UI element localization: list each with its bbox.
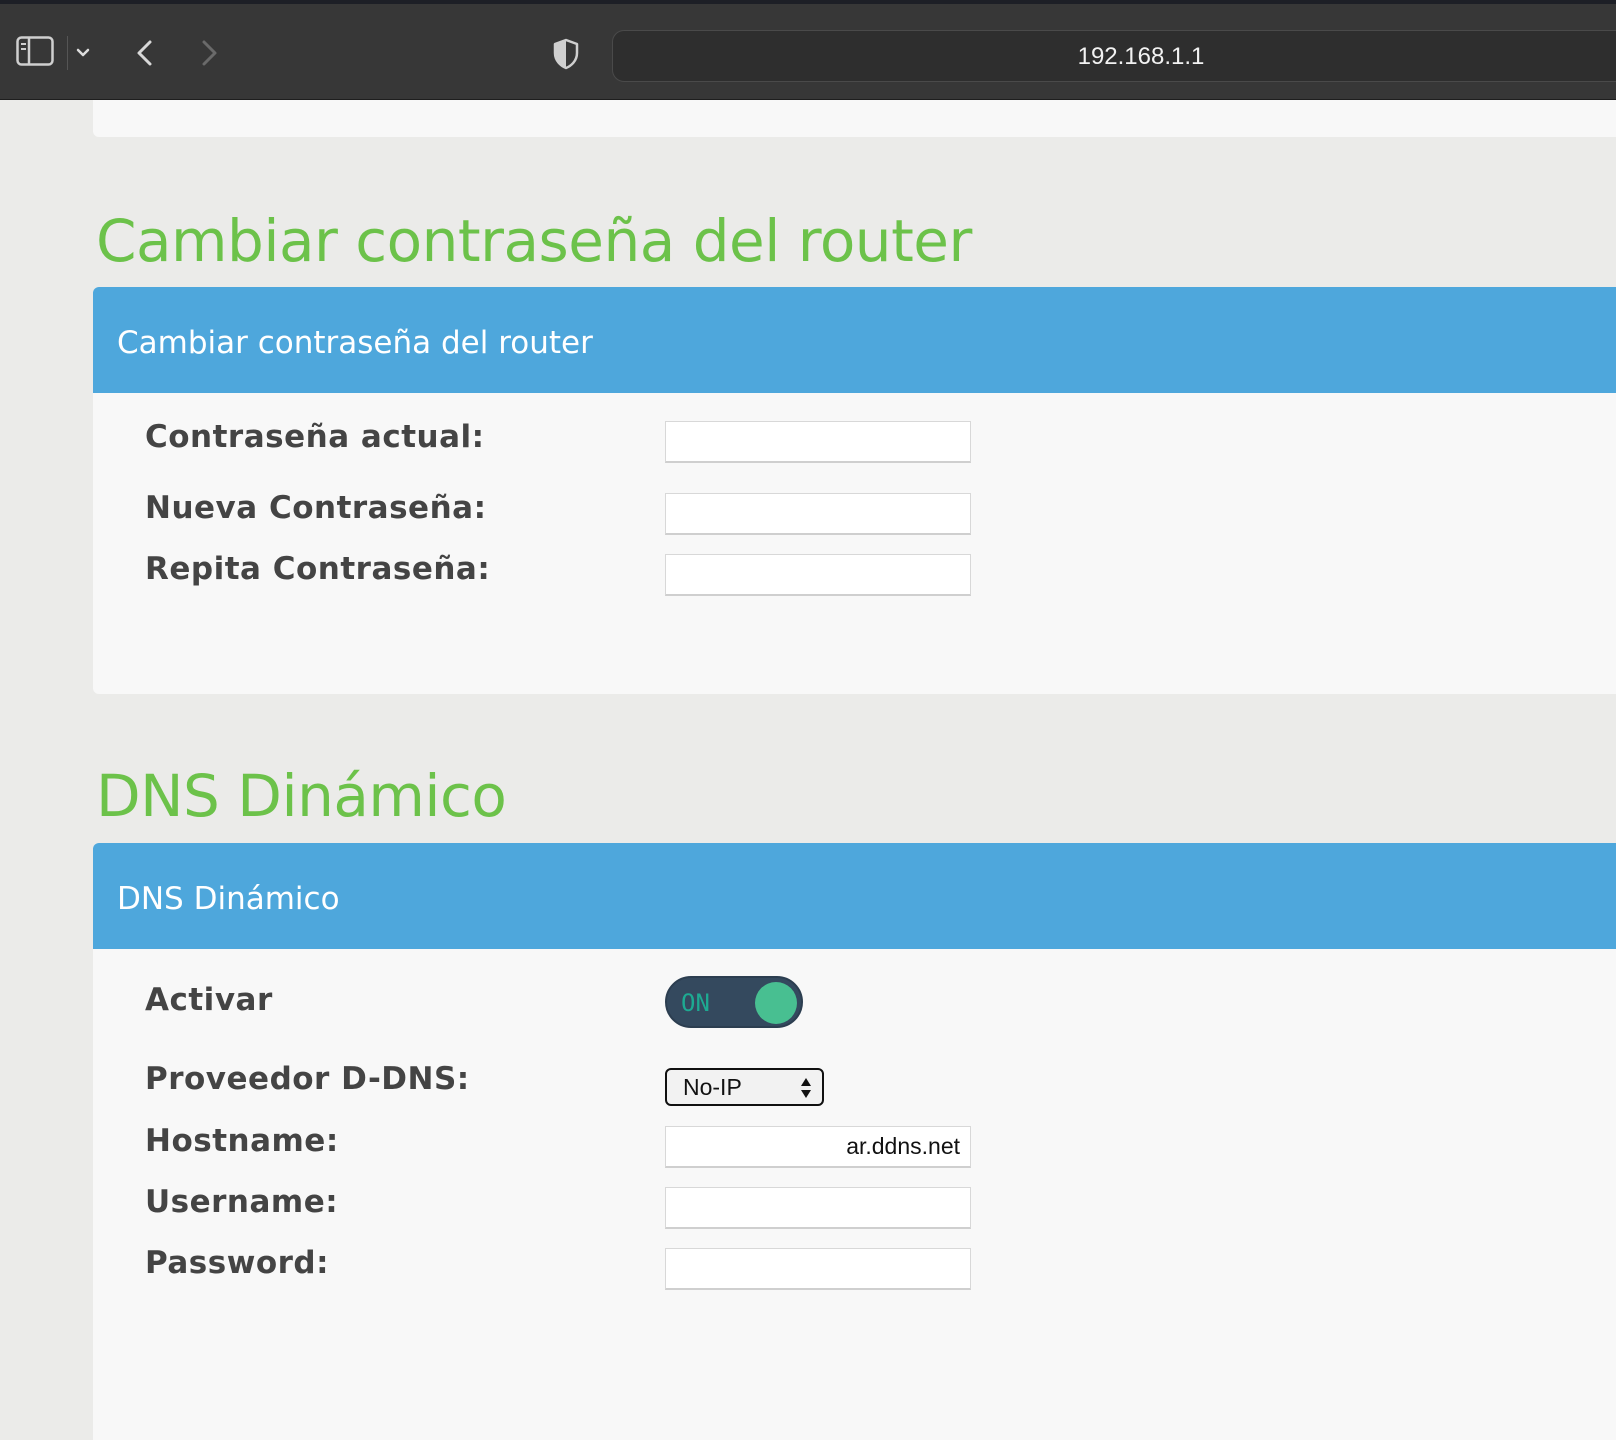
privacy-shield-icon[interactable] [552, 38, 580, 70]
provider-label: Proveedor D-DNS: [145, 1061, 470, 1097]
toggle-knob [755, 982, 797, 1024]
hostname-input[interactable] [665, 1126, 971, 1168]
provider-selected-value: No-IP [683, 1074, 742, 1100]
new-password-input[interactable] [665, 493, 971, 535]
username-label: Username: [145, 1184, 339, 1220]
previous-section-card [93, 100, 1616, 137]
activate-label: Activar [145, 982, 273, 1018]
password-panel: Cambiar contraseña del router Contraseña… [93, 287, 1616, 694]
current-password-label: Contraseña actual: [145, 419, 485, 455]
ddns-password-input[interactable] [665, 1248, 971, 1290]
new-password-label: Nueva Contraseña: [145, 490, 487, 526]
back-arrow-icon[interactable] [132, 38, 158, 68]
ddns-panel-header: DNS Dinámico [93, 843, 1616, 949]
chevron-down-icon[interactable] [74, 44, 92, 62]
url-text: 192.168.1.1 [1077, 43, 1205, 70]
select-arrows-icon [801, 1078, 811, 1098]
password-panel-header: Cambiar contraseña del router [93, 287, 1616, 393]
password-section-title: Cambiar contraseña del router [96, 207, 972, 275]
current-password-input[interactable] [665, 421, 971, 463]
toolbar-divider [67, 36, 68, 70]
username-input[interactable] [665, 1187, 971, 1229]
repeat-password-label: Repita Contraseña: [145, 551, 491, 587]
forward-arrow-icon[interactable] [196, 38, 222, 68]
repeat-password-input[interactable] [665, 554, 971, 596]
provider-select[interactable]: No-IP [665, 1068, 824, 1106]
activate-toggle[interactable]: ON [665, 976, 803, 1028]
ddns-panel: DNS Dinámico Activar ON Proveedor D-DNS:… [93, 843, 1616, 1440]
ddns-password-label: Password: [145, 1245, 330, 1281]
toggle-state-text: ON [681, 989, 710, 1017]
hostname-label: Hostname: [145, 1123, 339, 1159]
ddns-section-title: DNS Dinámico [96, 762, 507, 830]
browser-toolbar: 192.168.1.1 [0, 0, 1616, 100]
address-bar[interactable]: 192.168.1.1 [612, 30, 1616, 82]
sidebar-toggle-icon[interactable] [16, 36, 54, 66]
